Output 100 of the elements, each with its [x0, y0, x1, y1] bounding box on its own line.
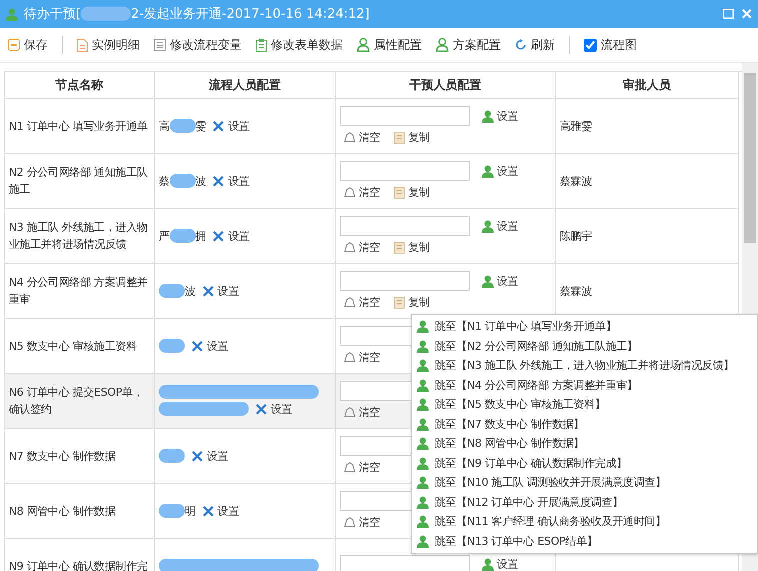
staff-name: 高: [159, 118, 170, 134]
clear-link[interactable]: 清空: [344, 184, 380, 201]
menu-item[interactable]: 跳至【N9 订单中心 确认数据制作完成】: [412, 454, 757, 473]
set-link[interactable]: 设置: [191, 338, 228, 354]
node-name-cell: N3 施工队 外线施工，进入物业施工并将进场情况反馈: [5, 209, 155, 264]
eraser-icon: [344, 132, 356, 143]
staff-name: 波: [196, 174, 206, 190]
copy-icon: [394, 186, 406, 198]
tools-icon: [191, 450, 204, 462]
menu-item[interactable]: 跳至【N10 施工队 调测验收并开展满意度调查】: [412, 473, 757, 492]
menu-item[interactable]: 跳至【N2 分公司网络部 通知施工队施工】: [412, 336, 757, 356]
close-icon[interactable]: [742, 9, 752, 19]
clear-link[interactable]: 清空: [344, 404, 380, 421]
set-link[interactable]: 设置: [482, 272, 518, 290]
node-name-cell: N8 网管中心 制作数据: [5, 484, 155, 539]
menu-item[interactable]: 跳至【N3 施工队 外线施工，进入物业施工并将进场情况反馈】: [412, 356, 757, 376]
copy-link[interactable]: 复制: [394, 239, 430, 256]
redaction-mark: [170, 174, 196, 188]
menu-item[interactable]: 跳至【N4 分公司网络部 方案调整并重审】: [412, 376, 757, 395]
input-field[interactable]: [340, 106, 470, 126]
menu-item[interactable]: 跳至【N7 数支中心 制作数据】: [412, 414, 757, 434]
input-field[interactable]: [340, 161, 470, 181]
input-field[interactable]: [340, 554, 470, 571]
tools-icon: [202, 504, 215, 518]
copy-link[interactable]: 复制: [394, 294, 430, 311]
set-link[interactable]: 设置: [202, 282, 240, 300]
redaction-mark: [170, 229, 196, 243]
person-icon: [417, 398, 429, 412]
menu-item[interactable]: 跳至【N11 客户经理 确认商务验收及开通时间】: [412, 512, 757, 532]
set-link[interactable]: 设置: [212, 228, 250, 244]
staff-name: 拥: [196, 228, 206, 244]
clear-link[interactable]: 清空: [344, 349, 380, 366]
toolbar-button[interactable]: 保存: [8, 36, 48, 54]
clear-link[interactable]: 清空: [344, 514, 380, 531]
clear-link[interactable]: 清空: [344, 459, 380, 476]
scrollbar-thumb[interactable]: [744, 73, 756, 243]
toolbar-button[interactable]: 修改流程变量: [154, 36, 242, 54]
menu-item[interactable]: 跳至【N12 订单中心 开展满意度调查】: [412, 492, 757, 512]
set-link[interactable]: 设置: [482, 218, 518, 234]
toolbar-button[interactable]: 修改表单数据: [256, 36, 343, 54]
copy-link[interactable]: 复制: [394, 129, 430, 146]
set-link[interactable]: 设置: [482, 556, 518, 571]
person-icon: [482, 220, 494, 232]
redaction-mark: [159, 339, 185, 353]
eraser-icon: [344, 517, 356, 528]
set-link[interactable]: 设置: [191, 448, 228, 464]
person-icon: [482, 110, 494, 122]
document-icon: [77, 38, 88, 52]
menu-item[interactable]: 跳至【N8 网管中心 制作数据】: [412, 434, 757, 454]
person-icon: [417, 340, 429, 353]
user-icon: [436, 38, 449, 52]
toolbar-button[interactable]: 属性配置: [357, 36, 422, 54]
set-link[interactable]: 设置: [255, 400, 292, 418]
node-name-cell: N5 数支中心 审核施工资料: [5, 319, 155, 374]
set-link[interactable]: 设置: [212, 118, 250, 134]
node-name-cell: N1 订单中心 填写业务开通单: [5, 99, 155, 154]
input-field[interactable]: [340, 271, 470, 291]
maximize-icon[interactable]: [723, 9, 734, 19]
menu-item[interactable]: 跳至【N1 订单中心 填写业务开通单】: [412, 317, 757, 336]
toolbar-button[interactable]: 刷新: [515, 36, 555, 54]
checkbox-label: 流程图: [601, 36, 637, 54]
menu-item[interactable]: 跳至【N5 数支中心 审核施工资料】: [412, 395, 757, 414]
tools-icon: [212, 230, 226, 242]
copy-icon: [394, 242, 406, 254]
node-name-cell: N7 数支中心 制作数据: [5, 429, 155, 484]
copy-link[interactable]: 复制: [394, 184, 430, 201]
staff-name: 雯: [196, 118, 206, 134]
checkbox[interactable]: [584, 38, 597, 52]
set-link[interactable]: 设置: [482, 108, 518, 124]
person-icon: [417, 515, 429, 528]
node-name-cell: N6 订单中心 提交ESOP单，确认签约: [5, 374, 155, 429]
eraser-icon: [344, 242, 356, 253]
set-link[interactable]: 设置: [482, 162, 518, 180]
person-icon: [417, 456, 429, 470]
clear-link[interactable]: 清空: [344, 294, 380, 311]
person-icon: [417, 534, 429, 548]
copy-icon: [394, 296, 406, 308]
staff-name: 明: [185, 504, 196, 520]
toolbar-button[interactable]: 方案配置: [436, 36, 501, 54]
redaction-mark: [159, 284, 185, 298]
input-field[interactable]: [340, 216, 470, 236]
redaction-mark: [159, 504, 185, 518]
approver-cell: 陈鹏宇: [556, 209, 739, 264]
set-link[interactable]: 设置: [202, 502, 240, 520]
person-icon: [417, 496, 429, 509]
clear-link[interactable]: 清空: [344, 129, 380, 146]
toolbar-button[interactable]: 实例明细: [77, 36, 140, 54]
staff-name: 蔡: [159, 174, 170, 190]
set-link[interactable]: 设置: [212, 172, 250, 190]
tools-icon: [191, 340, 204, 352]
menu-item[interactable]: 跳至【N13 订单中心 ESOP结单】: [412, 532, 757, 551]
staff-name: 严: [159, 228, 170, 244]
tools-icon: [212, 120, 226, 132]
eraser-icon: [344, 407, 356, 418]
approver-cell: 高雅雯: [556, 99, 739, 154]
tools-icon: [255, 402, 268, 416]
tools-icon: [202, 284, 215, 298]
clear-link[interactable]: 清空: [344, 239, 380, 256]
person-icon: [417, 320, 429, 334]
user-icon: [6, 8, 18, 20]
